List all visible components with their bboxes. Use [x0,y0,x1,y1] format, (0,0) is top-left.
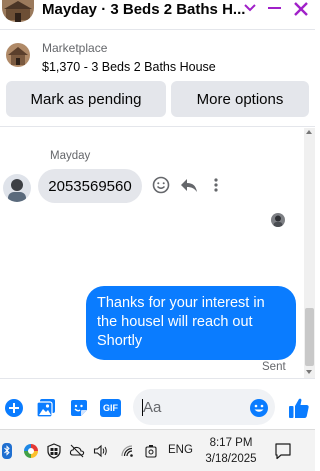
mark-as-pending-button[interactable]: Mark as pending [6,81,166,117]
chevron-down-icon[interactable] [242,0,258,16]
panel-divider [0,126,315,127]
thumbs-up-icon[interactable] [288,397,310,419]
message-composer: GIF [0,388,315,428]
more-vertical-icon[interactable] [212,177,220,193]
speaker-icon[interactable] [93,443,109,459]
text-caret [142,399,143,416]
notification-icon[interactable] [274,442,292,460]
sticker-icon[interactable] [69,398,89,418]
marketplace-listing[interactable]: Marketplace $1,370 - 3 Beds 2 Baths Hous… [0,38,315,80]
scroll-down-icon[interactable] [306,370,312,374]
listing-source-label: Marketplace [42,41,108,55]
reply-icon[interactable] [180,177,198,193]
windows-taskbar: ENG 8:17 PM 3/18/2025 [0,429,315,471]
wifi-icon[interactable] [119,443,135,459]
battery-plug-icon[interactable] [143,443,159,459]
sent-status: Sent [262,361,286,373]
chat-header: Mayday · 3 Beds 2 Baths H... [0,0,315,30]
outgoing-message-bubble[interactable]: Thanks for your interest in the housel w… [86,286,296,360]
react-emoji-icon[interactable] [152,176,170,194]
sender-avatar[interactable] [3,174,31,202]
incoming-message-bubble[interactable]: 2053569560 [38,169,142,203]
scroll-up-icon[interactable] [306,130,312,134]
listing-title: $1,370 - 3 Beds 2 Baths House [42,60,216,74]
security-shield-icon[interactable] [46,443,62,459]
colorful-app-icon[interactable] [23,443,39,459]
header-divider [0,29,315,30]
chat-avatar[interactable] [2,0,34,22]
listing-thumbnail [6,43,30,67]
gif-button[interactable]: GIF [100,399,121,417]
bluetooth-icon[interactable] [2,443,12,459]
emoji-icon[interactable] [249,398,269,418]
input-language[interactable]: ENG [168,444,193,456]
plus-circle-icon[interactable] [4,398,24,418]
system-clock[interactable]: 8:17 PM 3/18/2025 [203,435,259,467]
scrollbar-thumb[interactable] [305,308,314,366]
close-icon[interactable] [292,0,310,18]
composer-divider [0,378,315,379]
clock-date: 3/18/2025 [205,453,257,465]
sender-name: Mayday [50,150,91,162]
clock-time: 8:17 PM [209,437,253,449]
read-receipt-avatar [271,213,285,227]
more-options-button[interactable]: More options [171,81,309,117]
cloud-offline-icon[interactable] [69,443,85,459]
photo-icon[interactable] [36,398,56,418]
chat-title[interactable]: Mayday · 3 Beds 2 Baths H... [42,1,245,18]
minimize-icon[interactable] [268,7,281,9]
